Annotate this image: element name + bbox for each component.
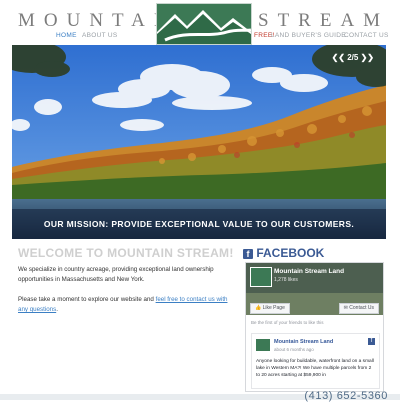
post-time: about 6 months ago xyxy=(274,347,314,352)
contact-us-button[interactable]: ✉ Contact Us xyxy=(338,303,379,314)
facebook-likes: 1,278 likes xyxy=(274,277,298,283)
contact-paragraph-end: . xyxy=(56,306,58,313)
nav-land-buyers-guide[interactable]: LAND BUYER'S GUIDE xyxy=(271,32,346,39)
facebook-icon: f xyxy=(243,248,253,259)
next-arrow-icon[interactable]: ❯❯ xyxy=(361,53,374,62)
site-title-right: STREAM xyxy=(258,10,390,31)
prev-arrow-icon[interactable]: ❮❮ xyxy=(332,53,345,62)
facebook-heading: f FACEBOOK xyxy=(243,246,324,260)
facebook-heading-text: FACEBOOK xyxy=(256,246,325,260)
welcome-heading: WELCOME TO MOUNTAIN STREAM! xyxy=(18,246,234,260)
facebook-post: Mountain Stream Land about 6 months ago … xyxy=(251,333,380,389)
like-page-label: Like Page xyxy=(262,305,285,311)
logo-mountain-icon xyxy=(157,4,251,44)
contact-paragraph-text: Please take a moment to explore our webs… xyxy=(18,296,156,303)
like-page-button[interactable]: 👍 Like Page xyxy=(250,303,290,314)
phone-number[interactable]: (413) 652-5360 xyxy=(304,390,388,402)
post-avatar xyxy=(256,339,270,351)
facebook-widget[interactable]: Mountain Stream Land 1,278 likes 👍 Like … xyxy=(245,262,384,392)
messenger-icon: ✉ xyxy=(343,305,348,311)
facebook-page-name[interactable]: Mountain Stream Land xyxy=(274,268,344,275)
welcome-paragraph: We specialize in country acreage, provid… xyxy=(18,266,214,283)
contact-us-label: Contact Us xyxy=(349,305,374,311)
hero-slideshow[interactable]: ❮❮ 2/5 ❯❯ OUR MISSION: PROVIDE EXCEPTION… xyxy=(12,45,386,239)
slide-counter: 2/5 xyxy=(347,53,359,62)
site-logo[interactable] xyxy=(156,3,252,45)
nav-about-us[interactable]: ABOUT US xyxy=(82,32,118,39)
facebook-small-icon: f xyxy=(368,338,375,345)
facebook-page-avatar[interactable] xyxy=(250,267,272,287)
slide-indicator[interactable]: ❮❮ 2/5 ❯❯ xyxy=(332,53,374,62)
post-text: Anyone looking for buildable, waterfront… xyxy=(256,359,374,378)
nav-contact-us[interactable]: CONTACT US xyxy=(344,32,389,39)
post-page-name[interactable]: Mountain Stream Land xyxy=(274,339,333,345)
nav-home[interactable]: HOME xyxy=(56,32,77,39)
contact-paragraph: Please take a moment to explore our webs… xyxy=(18,295,233,315)
mission-statement: OUR MISSION: PROVIDE EXCEPTIONAL VALUE T… xyxy=(12,209,386,239)
like-icon: 👍 xyxy=(255,305,262,311)
friends-prompt: Be the first of your friends to like thi… xyxy=(251,320,324,325)
